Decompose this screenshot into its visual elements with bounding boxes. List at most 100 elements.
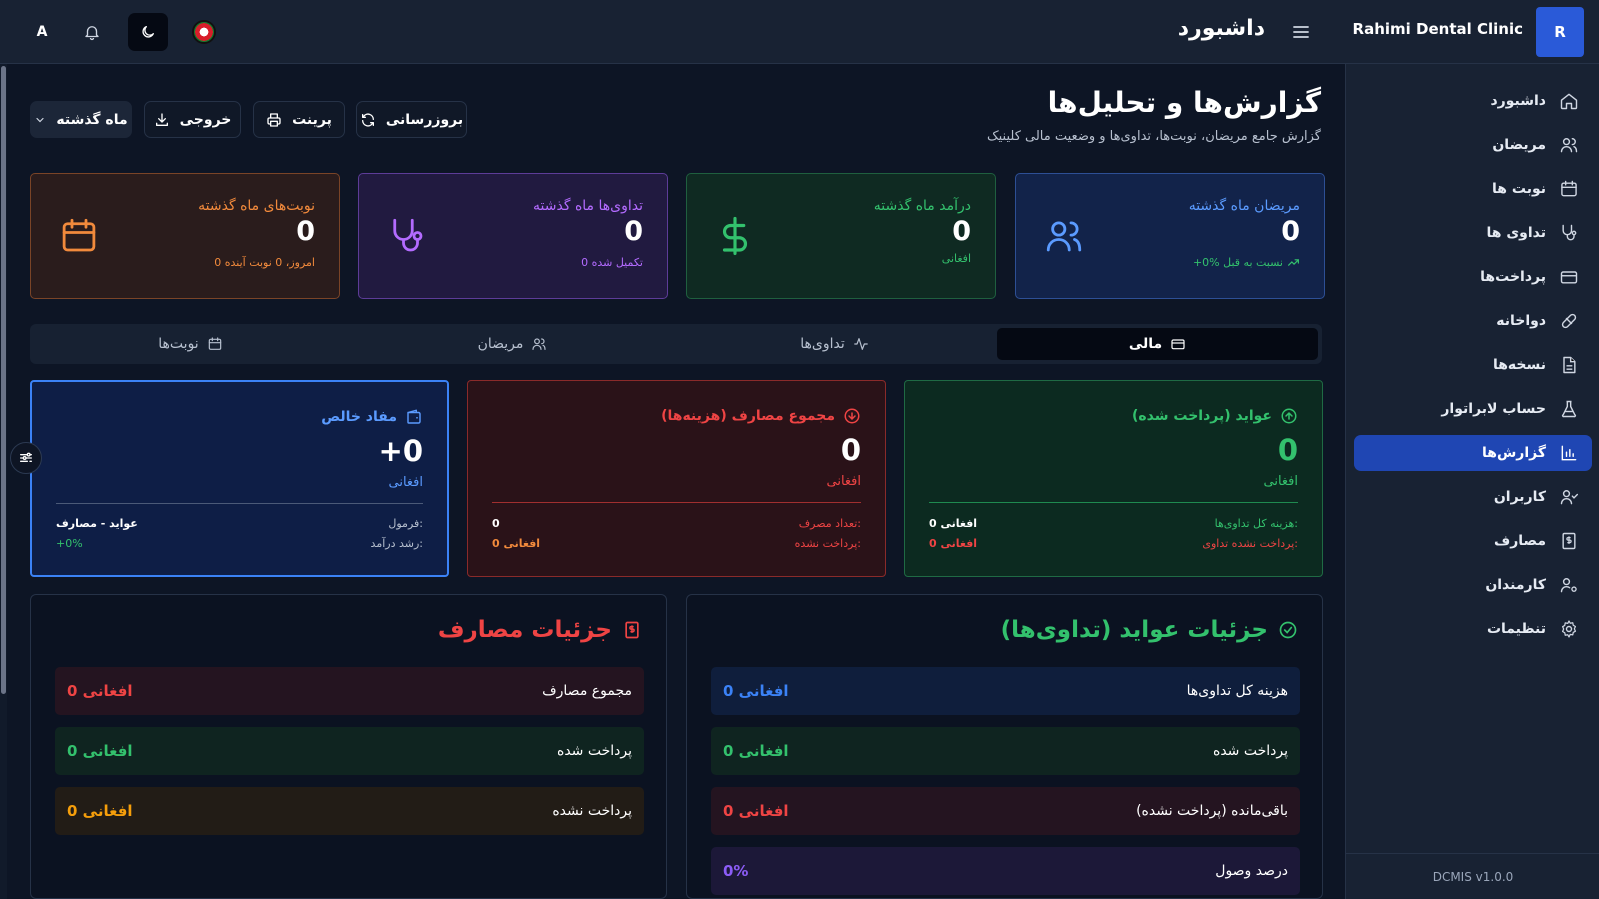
file-text-icon [1558, 354, 1580, 376]
language-flag-button[interactable] [192, 20, 216, 44]
net-profit-title: مفاد خالص [321, 409, 397, 425]
scrollbar-track[interactable] [0, 64, 7, 899]
sidebar-item-appointments[interactable]: نوبت ها [1354, 171, 1592, 207]
net-profit-card: مفاد خالص +0 افغانی عواید - مصارف فرمول:… [30, 380, 449, 577]
refresh-label: بروزرسانی [385, 111, 464, 128]
sidebar-item-pharmacy[interactable]: دواخانه [1354, 303, 1592, 339]
sidebar: داشبورد مریضان نوبت ها تداوی ها پرداخت‌ه… [1345, 64, 1599, 899]
income-detail-row-collection-rate: 0% درصد وصول [711, 847, 1300, 895]
stat-label: نوبت‌های ماه گذشته [198, 198, 315, 214]
detail-label: درصد وصول [1215, 863, 1288, 879]
stat-card-treatments: تداوی‌ها ماه گذشته 0 0 تکمیل شده [358, 173, 668, 299]
divider [929, 502, 1298, 503]
users-icon [531, 336, 547, 352]
pill-icon [1558, 310, 1580, 332]
page-subtitle: گزارش جامع مریضان، نوبت‌ها، تداوی‌ها و و… [986, 129, 1321, 144]
stat-value: 0 [952, 216, 971, 247]
income-card-header: عواید (پرداخت شده) [1132, 407, 1298, 425]
print-label: پرینت [292, 111, 332, 128]
stat-label: مریضان ماه گذشته [1188, 198, 1300, 214]
tab-finance[interactable]: مالی [997, 328, 1318, 360]
net-profit-value: +0 [378, 434, 423, 468]
expenses-card-title: مجموع مصارف (هزینه‌ها) [661, 408, 835, 424]
income-details-header: جزئیات عواید (تداوی‌ها) [1001, 617, 1298, 643]
export-button[interactable]: خروجی [144, 101, 241, 138]
refresh-button[interactable]: بروزرسانی [356, 101, 467, 138]
income-row-label: پرداخت نشده تداوی: [1202, 537, 1298, 550]
detail-label: هزینه کل تداوی‌ها [1186, 683, 1288, 699]
sidebar-item-label: گزارش‌ها [1482, 445, 1546, 461]
user-check-icon [1558, 486, 1580, 508]
sidebar-item-treatments[interactable]: تداوی ها [1354, 215, 1592, 251]
calendar-icon [207, 336, 223, 352]
detail-value: 0% [723, 862, 749, 880]
period-select[interactable]: ماه گذشته [30, 101, 132, 138]
sidebar-item-reports[interactable]: گزارش‌ها [1354, 435, 1592, 471]
arrow-up-circle-icon [1280, 407, 1298, 425]
detail-label: پرداخت شده [556, 743, 632, 759]
user-avatar-button[interactable]: A [32, 20, 52, 44]
detail-value: 0 افغانی [67, 802, 133, 820]
users-icon [1558, 134, 1580, 156]
sidebar-item-label: تنظیمات [1486, 621, 1546, 637]
header-title: داشبورد [1177, 16, 1265, 41]
flask-icon [1558, 398, 1580, 420]
printer-icon [266, 112, 282, 128]
expenses-row-label: تعداد مصرف: [798, 517, 861, 530]
sidebar-item-dashboard[interactable]: داشبورد [1354, 83, 1592, 119]
tab-label: مریضان [477, 336, 524, 352]
expenses-card-header: مجموع مصارف (هزینه‌ها) [661, 407, 861, 425]
sidebar-item-users[interactable]: کاربران [1354, 479, 1592, 515]
stat-value: 0 [1281, 216, 1300, 247]
hamburger-menu-icon[interactable] [1291, 22, 1311, 42]
theme-toggle-button[interactable] [128, 13, 168, 51]
net-profit-row-label: رشد درآمد: [370, 537, 423, 550]
sidebar-item-label: نوبت ها [1492, 181, 1546, 197]
income-row-total: 0 افغانی هزینه کل تداوی‌ها: [929, 517, 1298, 533]
tab-patients[interactable]: مریضان [352, 328, 673, 360]
sidebar-item-patients[interactable]: مریضان [1354, 127, 1592, 163]
sidebar-item-payments[interactable]: پرداخت‌ها [1354, 259, 1592, 295]
divider [492, 502, 861, 503]
net-profit-row-value: عواید - مصارف [56, 517, 138, 530]
stat-value: 0 [296, 216, 315, 247]
net-profit-row-growth: +0% رشد درآمد: [56, 537, 423, 553]
tab-treatments[interactable]: تداوی‌ها [674, 328, 995, 360]
detail-label: باقی‌مانده (پرداخت نشده) [1136, 803, 1288, 819]
expenses-row-value: 0 [492, 517, 500, 530]
sidebar-item-lab-account[interactable]: حساب لابراتوار [1354, 391, 1592, 427]
stat-sub: 0 امروز، 0 نوبت آینده [214, 256, 315, 269]
expense-details-panel: جزئیات مصارف 0 افغانی مجموع مصارف 0 افغا… [30, 594, 667, 899]
notifications-button[interactable] [80, 20, 104, 44]
sidebar-item-label: نسخه‌ها [1492, 357, 1546, 373]
sidebar-item-expenses[interactable]: مصارف [1354, 523, 1592, 559]
stat-label: تداوی‌ها ماه گذشته [533, 198, 643, 214]
sidebar-item-settings[interactable]: تنظیمات [1354, 611, 1592, 647]
scrollbar-thumb[interactable] [1, 66, 6, 694]
page-title: گزارش‌ها و تحلیل‌ها [1047, 86, 1321, 119]
print-button[interactable]: پرینت [253, 101, 345, 138]
sidebar-item-staff[interactable]: کارمندان [1354, 567, 1592, 603]
net-profit-row-value: +0% [56, 537, 83, 550]
stat-sub: 0 تکمیل شده [581, 256, 643, 269]
bell-icon [83, 23, 101, 41]
income-detail-row-total: 0 افغانی هزینه کل تداوی‌ها [711, 667, 1300, 715]
arrow-down-circle-icon [843, 407, 861, 425]
gear-icon [1558, 618, 1580, 640]
check-circle-icon [1278, 620, 1298, 640]
expenses-row-label: پرداخت نشده: [794, 537, 861, 550]
filter-toggle-button[interactable] [10, 442, 42, 474]
detail-value: 0 افغانی [723, 682, 789, 700]
expense-details-header: جزئیات مصارف [438, 617, 642, 643]
tab-appointments[interactable]: نوبت‌ها [30, 328, 351, 360]
net-profit-unit: افغانی [388, 475, 423, 490]
stat-card-income: درآمد ماه گذشته 0 افغانی [686, 173, 996, 299]
clinic-logo[interactable]: R [1536, 7, 1584, 57]
filter-icon [18, 450, 34, 466]
period-select-value: ماه گذشته [56, 111, 128, 128]
income-unit: افغانی [1263, 474, 1298, 489]
sidebar-item-label: دواخانه [1496, 313, 1546, 329]
sidebar-item-prescriptions[interactable]: نسخه‌ها [1354, 347, 1592, 383]
net-profit-row-formula: عواید - مصارف فرمول: [56, 517, 423, 533]
income-card: عواید (پرداخت شده) 0 افغانی 0 افغانی هزی… [904, 380, 1323, 577]
